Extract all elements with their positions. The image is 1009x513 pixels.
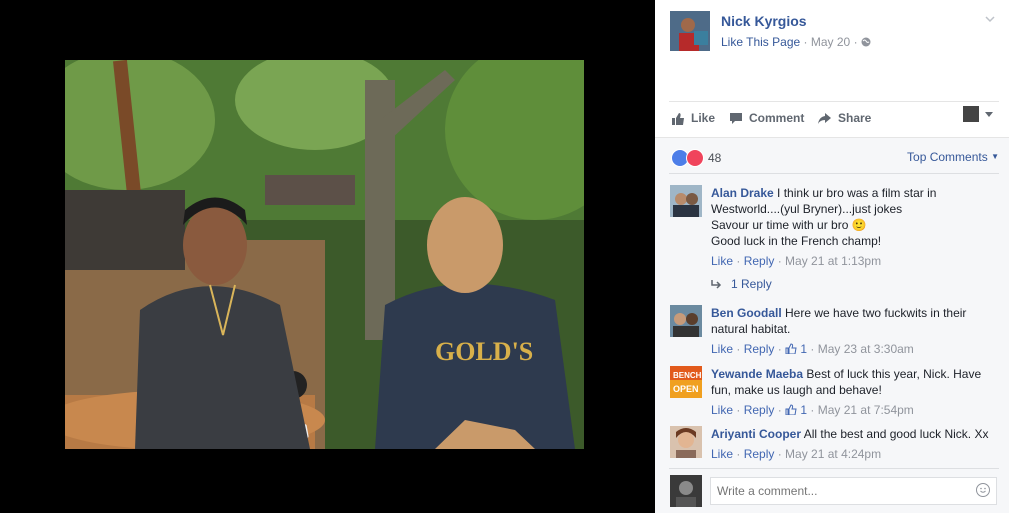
view-replies-link[interactable]: 1 Reply — [711, 277, 772, 291]
comment-text: natural habitat. — [711, 322, 791, 336]
comment-text: I think ur bro was a film star in — [777, 186, 937, 200]
commenter-avatar[interactable] — [670, 426, 702, 458]
post-photo[interactable]: GOLD'S — [65, 60, 584, 449]
meta-dot: · — [803, 35, 811, 49]
comment-author[interactable]: Alan Drake — [711, 186, 774, 200]
avatar-image — [670, 426, 702, 458]
comment-author[interactable]: Ben Goodall — [711, 306, 782, 320]
avatar-image — [670, 185, 702, 217]
svg-text:BENCH: BENCH — [673, 371, 702, 380]
post-panel: Nick Kyrgios Like This Page · May 20 · L… — [655, 0, 1009, 513]
comments-section: 48 Top Comments ▼ Alan Drake I think ur … — [655, 137, 1009, 513]
share-icon — [818, 112, 831, 124]
comment-reply-link[interactable]: Reply — [744, 342, 775, 356]
reactions-count: 48 — [708, 151, 722, 165]
comment-text: All the best and good luck Nick. Xx — [803, 427, 989, 441]
comment-meta: Like · Reply · 1 · May 21 at 7:54pm — [711, 403, 914, 417]
like-page-link[interactable]: Like This Page — [721, 35, 800, 49]
comment-reply-link[interactable]: Reply — [744, 403, 775, 417]
smiley-face — [980, 487, 986, 493]
comment-button[interactable]: Comment — [729, 111, 804, 125]
comment-text: Savour ur time with ur bro 🙂 — [711, 218, 867, 232]
current-user-avatar[interactable] — [670, 475, 702, 507]
comment-text: fun, make us laugh and behave! — [711, 383, 882, 397]
comment-meta: Like · Reply · May 21 at 4:24pm — [711, 447, 882, 461]
comment-time[interactable]: May 21 at 1:13pm — [785, 254, 881, 268]
thumbs-up-icon — [785, 343, 797, 355]
post-as-avatar[interactable] — [963, 106, 979, 122]
comment-like-count[interactable]: 1 — [800, 403, 807, 417]
comment-label: Comment — [749, 111, 805, 125]
svg-text:OPEN: OPEN — [673, 384, 699, 394]
top-comments-dropdown[interactable]: Top Comments ▼ — [907, 150, 999, 164]
share-button[interactable]: Share — [817, 111, 871, 125]
comment-body: Ben Goodall Here we have two fuckwits in… — [711, 305, 996, 357]
chevron-down-icon[interactable] — [985, 14, 995, 24]
comment-author[interactable]: Yewande Maeba — [711, 367, 803, 381]
reply-arrow-icon — [711, 280, 722, 289]
comment-body: Yewande Maeba Best of luck this year, Ni… — [711, 366, 996, 418]
post-meta: Like This Page · May 20 · — [721, 35, 871, 49]
comment-reply-link[interactable]: Reply — [744, 254, 775, 268]
smiley-icon[interactable] — [976, 483, 990, 497]
replies-count: 1 Reply — [731, 277, 772, 291]
page-avatar-image — [670, 11, 710, 51]
page-avatar[interactable] — [670, 11, 710, 51]
avatar-image — [670, 475, 702, 507]
comment-body: Ariyanti Cooper All the best and good lu… — [711, 426, 996, 462]
thumbs-up-icon — [785, 404, 797, 416]
comment-author[interactable]: Ariyanti Cooper — [711, 427, 801, 441]
reactions-summary[interactable]: 48 — [671, 149, 721, 167]
comment-like-link[interactable]: Like — [711, 447, 733, 461]
comment-like-link[interactable]: Like — [711, 403, 733, 417]
post-date[interactable]: May 20 — [811, 35, 850, 49]
comment-meta: Like · Reply · 1 · May 23 at 3:30am — [711, 342, 914, 356]
comment-input[interactable] — [710, 477, 997, 505]
page-name[interactable]: Nick Kyrgios — [721, 13, 807, 29]
comment-meta: Like · Reply · May 21 at 1:13pm — [711, 254, 882, 268]
share-label: Share — [838, 111, 872, 125]
comment-icon — [730, 112, 742, 124]
comment-text: Good luck in the French champ! — [711, 234, 882, 248]
comment-like-count[interactable]: 1 — [800, 342, 807, 356]
comment-time[interactable]: May 21 at 4:24pm — [785, 447, 881, 461]
divider — [669, 173, 999, 174]
comment-time[interactable]: May 21 at 7:54pm — [818, 403, 914, 417]
globe-icon — [861, 37, 871, 47]
commenter-avatar[interactable] — [670, 305, 702, 337]
post-header: Nick Kyrgios Like This Page · May 20 · L… — [655, 0, 1009, 137]
comment-text: Here we have two fuckwits in their — [785, 306, 967, 320]
comment-body: Alan Drake I think ur bro was a film sta… — [711, 185, 996, 269]
caret-down-icon: ▼ — [991, 152, 999, 161]
avatar-image — [670, 305, 702, 337]
comment-text: Westworld....(yul Bryner)...just jokes — [711, 202, 903, 216]
meta-dot: · — [853, 35, 861, 49]
avatar-image: BENCH OPEN — [670, 366, 702, 398]
comment-text: Best of luck this year, Nick. Have — [806, 367, 982, 381]
caret-down-icon[interactable] — [985, 112, 993, 117]
comment-like-link[interactable]: Like — [711, 342, 733, 356]
commenter-avatar[interactable]: BENCH OPEN — [670, 366, 702, 398]
photo-illustration: GOLD'S — [65, 60, 584, 449]
write-comment-row — [670, 475, 1000, 507]
top-comments-label: Top Comments — [907, 150, 988, 164]
post-actions: Like Comment Share — [669, 101, 999, 134]
like-icon — [672, 112, 684, 125]
svg-text:GOLD'S: GOLD'S — [435, 337, 533, 366]
commenter-avatar[interactable] — [670, 185, 702, 217]
divider — [669, 468, 999, 469]
comment-reply-link[interactable]: Reply — [744, 447, 775, 461]
comment-like-link[interactable]: Like — [711, 254, 733, 268]
love-reaction-icon — [686, 149, 704, 167]
like-label: Like — [691, 111, 716, 125]
comment-time[interactable]: May 23 at 3:30am — [818, 342, 914, 356]
like-button[interactable]: Like — [671, 111, 715, 125]
photo-viewer: GOLD'S — [0, 0, 655, 512]
